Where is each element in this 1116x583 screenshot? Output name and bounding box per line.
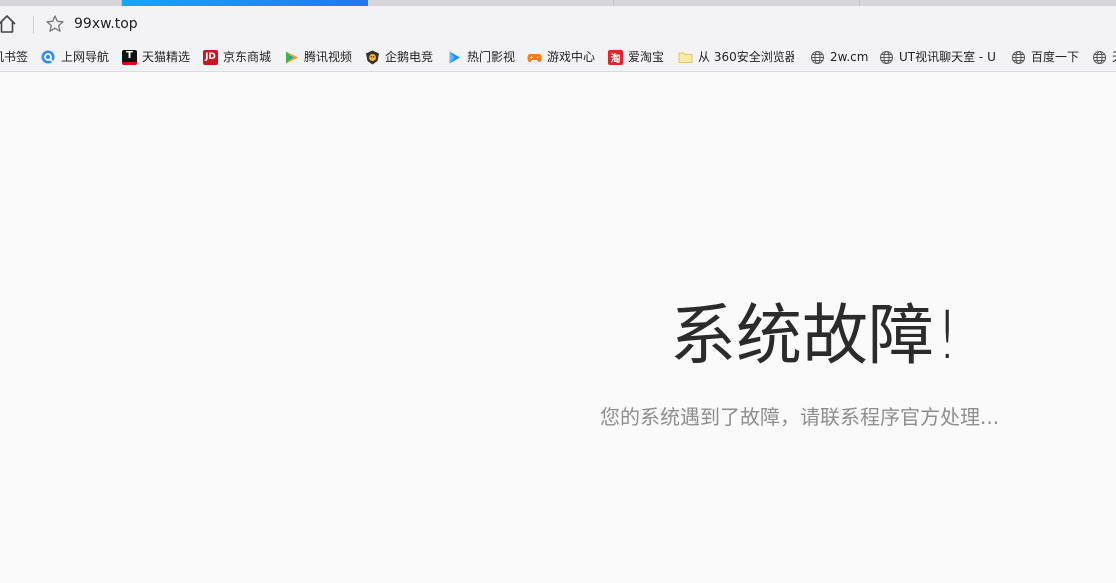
address-url[interactable]: 99xw.top (74, 15, 138, 33)
home-icon[interactable] (0, 13, 18, 35)
toolbar-divider (33, 16, 34, 34)
penguin-esports-icon (365, 50, 380, 65)
bookmark-label: 上网导航 (61, 50, 110, 64)
bookmark-label: 京东商城 (223, 50, 272, 64)
bookmark-mobile-bookmarks[interactable]: 机书签 (0, 49, 28, 65)
bookmark-label: 2w.cm (830, 50, 869, 64)
bookmark-label: 天猫精选 (142, 50, 191, 64)
bookmark-game-center[interactable]: 游戏中心 (527, 49, 595, 65)
tencent-video-icon (284, 50, 299, 65)
bookmark-label: 爱淘宝 (628, 50, 665, 64)
globe-icon (1011, 50, 1026, 65)
error-description: 您的系统遇到了故障，请联系程序官方处理... (600, 405, 1000, 429)
bookmark-label: 天 (1112, 49, 1116, 65)
jd-icon: JD (203, 49, 218, 65)
gamepad-icon (527, 50, 542, 65)
globe-icon (810, 50, 825, 65)
bookmark-tencent-video[interactable]: 腾讯视频 (284, 49, 352, 65)
search-q-icon (41, 50, 56, 65)
tmall-icon: T (122, 49, 137, 65)
bookmark-baidu[interactable]: 百度一下 (1011, 49, 1079, 65)
bookmark-label: 游戏中心 (547, 50, 596, 64)
bookmark-web-navigation[interactable]: 上网导航 (41, 49, 109, 65)
play-icon (447, 50, 462, 65)
bookmark-label: 热门影视 (467, 50, 516, 64)
bookmark-hot-movies[interactable]: 热门影视 (447, 49, 515, 65)
bookmark-truncated[interactable]: 天 (1092, 49, 1116, 65)
navigation-bar: 99xw.top (0, 6, 1116, 42)
error-title: 系统故障! (670, 297, 961, 374)
bookmark-star-icon[interactable] (44, 13, 66, 35)
bookmark-jd[interactable]: JD 京东商城 (203, 49, 271, 65)
bookmark-label: UT视讯聊天室 - U (899, 50, 996, 64)
bookmark-label: 腾讯视频 (304, 50, 353, 64)
bookmark-label: 机书签 (0, 50, 29, 64)
bookmark-penguin-esports[interactable]: 企鹅电竞 (365, 49, 433, 65)
bookmark-tmall[interactable]: T 天猫精选 (122, 49, 190, 65)
globe-icon (1092, 50, 1107, 65)
bookmarks-bar: 机书签 上网导航 T 天猫精选 JD 京东商城 (0, 42, 1116, 72)
globe-icon (879, 50, 894, 65)
bookmark-2w-cm[interactable]: 2w.cm (810, 49, 868, 65)
bookmark-folder-360[interactable]: 从 360安全浏览器 (678, 49, 794, 65)
folder-icon (678, 50, 693, 65)
bookmark-ut-chatroom[interactable]: UT视讯聊天室 - U (879, 49, 999, 65)
bookmark-label: 从 360安全浏览器 (698, 50, 794, 64)
bookmark-ai-taobao[interactable]: 淘 爱淘宝 (608, 49, 664, 65)
bookmark-label: 百度一下 (1031, 50, 1080, 64)
bookmark-label: 企鹅电竞 (385, 50, 434, 64)
taobao-icon: 淘 (608, 49, 623, 65)
